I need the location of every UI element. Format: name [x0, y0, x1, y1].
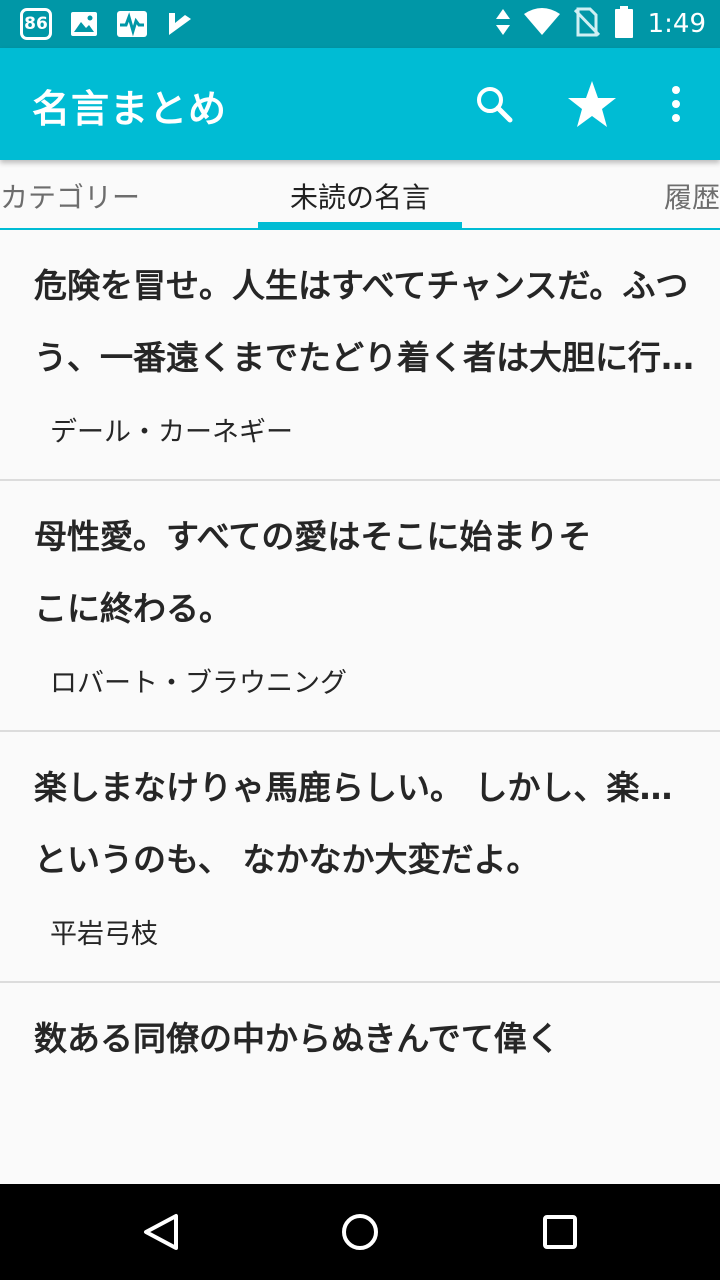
notification-icons: 86	[20, 8, 196, 40]
quote-line: 数ある同僚の中からぬきんでて偉く	[34, 1019, 560, 1058]
image-icon	[68, 8, 100, 40]
system-icons: 1:49	[495, 6, 706, 42]
quote-text: 母性愛。すべての愛はそこに始まりそ こに終わる。	[34, 501, 694, 645]
back-icon	[144, 1214, 178, 1250]
battery-icon	[614, 6, 634, 42]
search-icon	[477, 87, 513, 123]
tab-indicator	[258, 222, 462, 228]
app-toolbar: 名言まとめ	[0, 48, 720, 160]
back-button[interactable]	[136, 1208, 184, 1256]
quote-line: 危険を冒せ。人生はすべてチャンスだ。ふつ	[34, 266, 689, 305]
quote-line: 母性愛。すべての愛はそこに始まりそ	[34, 517, 592, 556]
quote-text: 楽しまなけりゃ馬鹿らしい。 しかし、楽しむ というのも、 なかなか大変だよ。	[34, 752, 694, 896]
list-item[interactable]: 母性愛。すべての愛はそこに始まりそ こに終わる。 ロバート・ブラウニング	[0, 481, 720, 732]
tab-bar: カテゴリー 未読の名言 履歴	[0, 160, 720, 230]
list-item[interactable]: 楽しまなけりゃ馬鹿らしい。 しかし、楽しむ というのも、 なかなか大変だよ。 平…	[0, 732, 720, 983]
quote-text: 数ある同僚の中からぬきんでて偉く	[34, 1003, 694, 1075]
activity-icon	[116, 8, 148, 40]
home-button[interactable]	[336, 1208, 384, 1256]
quote-list[interactable]: 危険を冒せ。人生はすべてチャンスだ。ふつ う、一番遠くまでたどり着く者は大胆に行…	[0, 230, 720, 1184]
tab-category[interactable]: カテゴリー	[0, 176, 140, 216]
quote-author: デール・カーネギー	[50, 417, 293, 448]
recents-button[interactable]	[536, 1208, 584, 1256]
quote-line: 楽しまなけりゃ馬鹿らしい。 しかし、楽しむ	[34, 768, 694, 807]
quote-line: というのも、 なかなか大変だよ。	[34, 840, 540, 879]
list-item[interactable]: 危険を冒せ。人生はすべてチャンスだ。ふつ う、一番遠くまでたどり着く者は大胆に行…	[0, 230, 720, 481]
quote-line: こに終わる。	[34, 589, 232, 628]
wifi-icon	[523, 8, 560, 40]
navigation-bar	[0, 1184, 720, 1280]
quote-line: う、一番遠くまでたどり着く者は大胆に行…	[34, 338, 694, 377]
tab-history[interactable]: 履歴	[664, 176, 720, 216]
app-title: 名言まとめ	[32, 87, 228, 131]
clock: 1:49	[647, 9, 706, 39]
check-icon	[164, 8, 196, 40]
home-icon	[342, 1214, 378, 1250]
search-button[interactable]	[466, 76, 522, 132]
list-item[interactable]: 数ある同僚の中からぬきんでて偉く	[0, 983, 720, 1184]
quote-author: ロバート・ブラウニング	[50, 668, 347, 699]
recents-icon	[543, 1215, 577, 1249]
quote-author: 平岩弓枝	[50, 919, 158, 950]
quote-text: 危険を冒せ。人生はすべてチャンスだ。ふつ う、一番遠くまでたどり着く者は大胆に行…	[34, 250, 694, 394]
favorites-button[interactable]	[564, 76, 620, 132]
status-bar: 86 1:49	[0, 0, 720, 48]
tab-unread-quotes[interactable]: 未読の名言	[290, 176, 430, 216]
more-vert-icon	[672, 86, 680, 122]
star-icon	[568, 81, 616, 127]
data-arrows-icon	[495, 9, 510, 39]
notification-count-icon: 86	[20, 8, 52, 40]
no-sim-icon	[573, 7, 600, 41]
overflow-menu-button[interactable]	[648, 76, 704, 132]
